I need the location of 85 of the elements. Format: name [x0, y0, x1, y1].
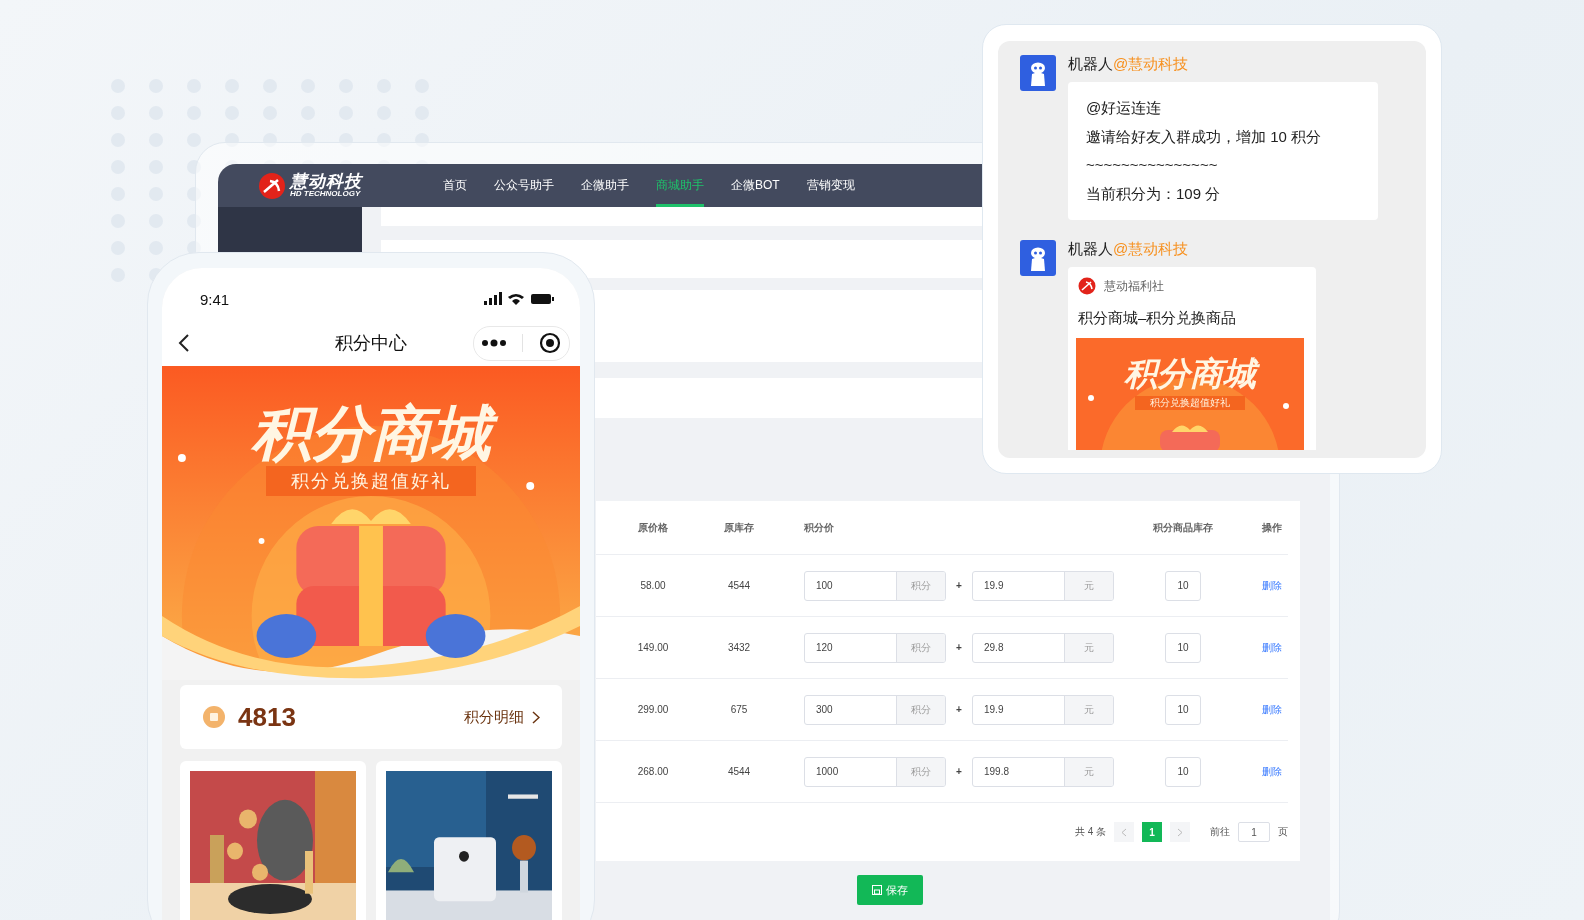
- unit-addon: 元: [1064, 633, 1113, 662]
- link-card[interactable]: 慧动福利社 积分商城–积分兑换商品 积分商城 积分兑换超值好礼: [1068, 267, 1316, 450]
- plus-sign: +: [955, 704, 963, 715]
- more-icon[interactable]: [482, 339, 506, 347]
- page-input[interactable]: 1: [1238, 822, 1270, 842]
- stock-input[interactable]: 10: [1165, 632, 1201, 663]
- stock-input[interactable]: 10: [1165, 694, 1201, 725]
- plus-sign: +: [955, 766, 963, 777]
- plus-sign: +: [955, 580, 963, 591]
- column-header: 原价格: [637, 520, 669, 535]
- logo-icon: [1078, 277, 1096, 295]
- unit-addon: 元: [1064, 571, 1113, 600]
- points-input[interactable]: 300 积分: [804, 694, 946, 725]
- column-header: 原库存: [723, 520, 755, 535]
- capsule-button[interactable]: [473, 325, 570, 361]
- column-header: 积分价: [803, 520, 835, 535]
- unit-addon: 积分: [896, 633, 945, 662]
- product-card[interactable]: [376, 761, 562, 920]
- nav-tab[interactable]: 公众号助手: [494, 164, 554, 207]
- back-icon[interactable]: [178, 333, 190, 353]
- save-icon: [872, 885, 882, 895]
- unit-addon: 积分: [896, 757, 945, 786]
- unit-addon: 积分: [896, 571, 945, 600]
- price-input[interactable]: 29.8 元: [972, 632, 1114, 663]
- logo-icon: [258, 171, 286, 200]
- price-input[interactable]: 19.9 元: [972, 694, 1114, 725]
- points-input[interactable]: 120 积分: [804, 632, 946, 663]
- message-line: @好运连连: [1086, 98, 1163, 118]
- chevron-right-icon: [1177, 827, 1183, 837]
- message-line: ~~~~~~~~~~~~~~~: [1086, 155, 1219, 175]
- coin-icon: [202, 705, 226, 729]
- total-count: 共 4 条: [1074, 825, 1106, 839]
- table-cell-text: 268.00: [636, 766, 670, 777]
- table-cell-text: 149.00: [636, 642, 670, 653]
- product-card[interactable]: [180, 761, 366, 920]
- status-time: 9:41: [200, 290, 230, 308]
- nav-tab[interactable]: 首页: [443, 164, 467, 207]
- stock-input[interactable]: 10: [1165, 570, 1201, 601]
- table-cell-text: 58.00: [639, 580, 667, 591]
- column-header: 操作: [1261, 520, 1283, 535]
- points-input[interactable]: 1000 积分: [804, 756, 946, 787]
- table-cell-text: 4544: [726, 580, 752, 591]
- page-suffix: 页: [1278, 825, 1288, 839]
- delete-link[interactable]: 删除: [1238, 578, 1288, 593]
- unit-addon: 元: [1064, 695, 1113, 724]
- column-header: 积分商品库存: [1152, 520, 1214, 535]
- price-input[interactable]: 19.9 元: [972, 570, 1114, 601]
- status-icons-drawing: [484, 292, 554, 306]
- unit-addon: 积分: [896, 695, 945, 724]
- nav-tab[interactable]: 企微BOT: [731, 164, 780, 207]
- nav-tab[interactable]: 企微助手: [581, 164, 629, 207]
- table-cell-text: 4544: [726, 766, 752, 777]
- delete-link[interactable]: 删除: [1238, 764, 1288, 779]
- robot-avatar-icon: [1020, 240, 1056, 276]
- table-cell-text: 3432: [726, 642, 752, 653]
- card-title: 积分商城–积分兑换商品: [1078, 309, 1238, 328]
- message-line: 邀请给好友入群成功，增加 10 积分: [1086, 126, 1323, 147]
- unit-addon: 元: [1064, 757, 1113, 786]
- stock-input[interactable]: 10: [1165, 756, 1201, 787]
- price-input[interactable]: 199.8 元: [972, 756, 1114, 787]
- logo-name: 慧动科技: [290, 173, 362, 190]
- mention-tag: @慧动科技: [1113, 55, 1189, 74]
- logo-subtitle: HD TECHNOLOGY: [290, 190, 361, 198]
- sender-name: 机器人: [1068, 240, 1113, 259]
- banner-subtitle: 积分兑换超值好礼: [1135, 396, 1245, 410]
- table-cell-text: 675: [729, 704, 749, 715]
- chevron-left-icon: [1121, 827, 1127, 837]
- delete-link[interactable]: 删除: [1238, 640, 1288, 655]
- delete-link[interactable]: 删除: [1238, 702, 1288, 717]
- close-target-icon[interactable]: [539, 332, 561, 354]
- plus-sign: +: [955, 642, 963, 653]
- robot-avatar-icon: [1020, 55, 1056, 91]
- points-input[interactable]: 100 积分: [804, 570, 946, 601]
- nav-tab[interactable]: 营销变现: [806, 164, 855, 207]
- banner-title: 积分商城: [1115, 352, 1265, 397]
- goto-label: 前往: [1210, 825, 1230, 839]
- points-balance: 4813: [238, 701, 296, 733]
- table-cell-text: 299.00: [636, 704, 670, 715]
- page-title: 积分中心: [334, 332, 408, 355]
- mention-tag: @慧动科技: [1113, 240, 1189, 259]
- points-detail-link[interactable]: 积分明细: [464, 707, 540, 727]
- card-source: 慧动福利社: [1104, 277, 1164, 295]
- sender-name: 机器人: [1068, 55, 1113, 74]
- message-line: 当前积分为：109 分: [1086, 183, 1222, 204]
- chevron-right-icon: [532, 710, 540, 724]
